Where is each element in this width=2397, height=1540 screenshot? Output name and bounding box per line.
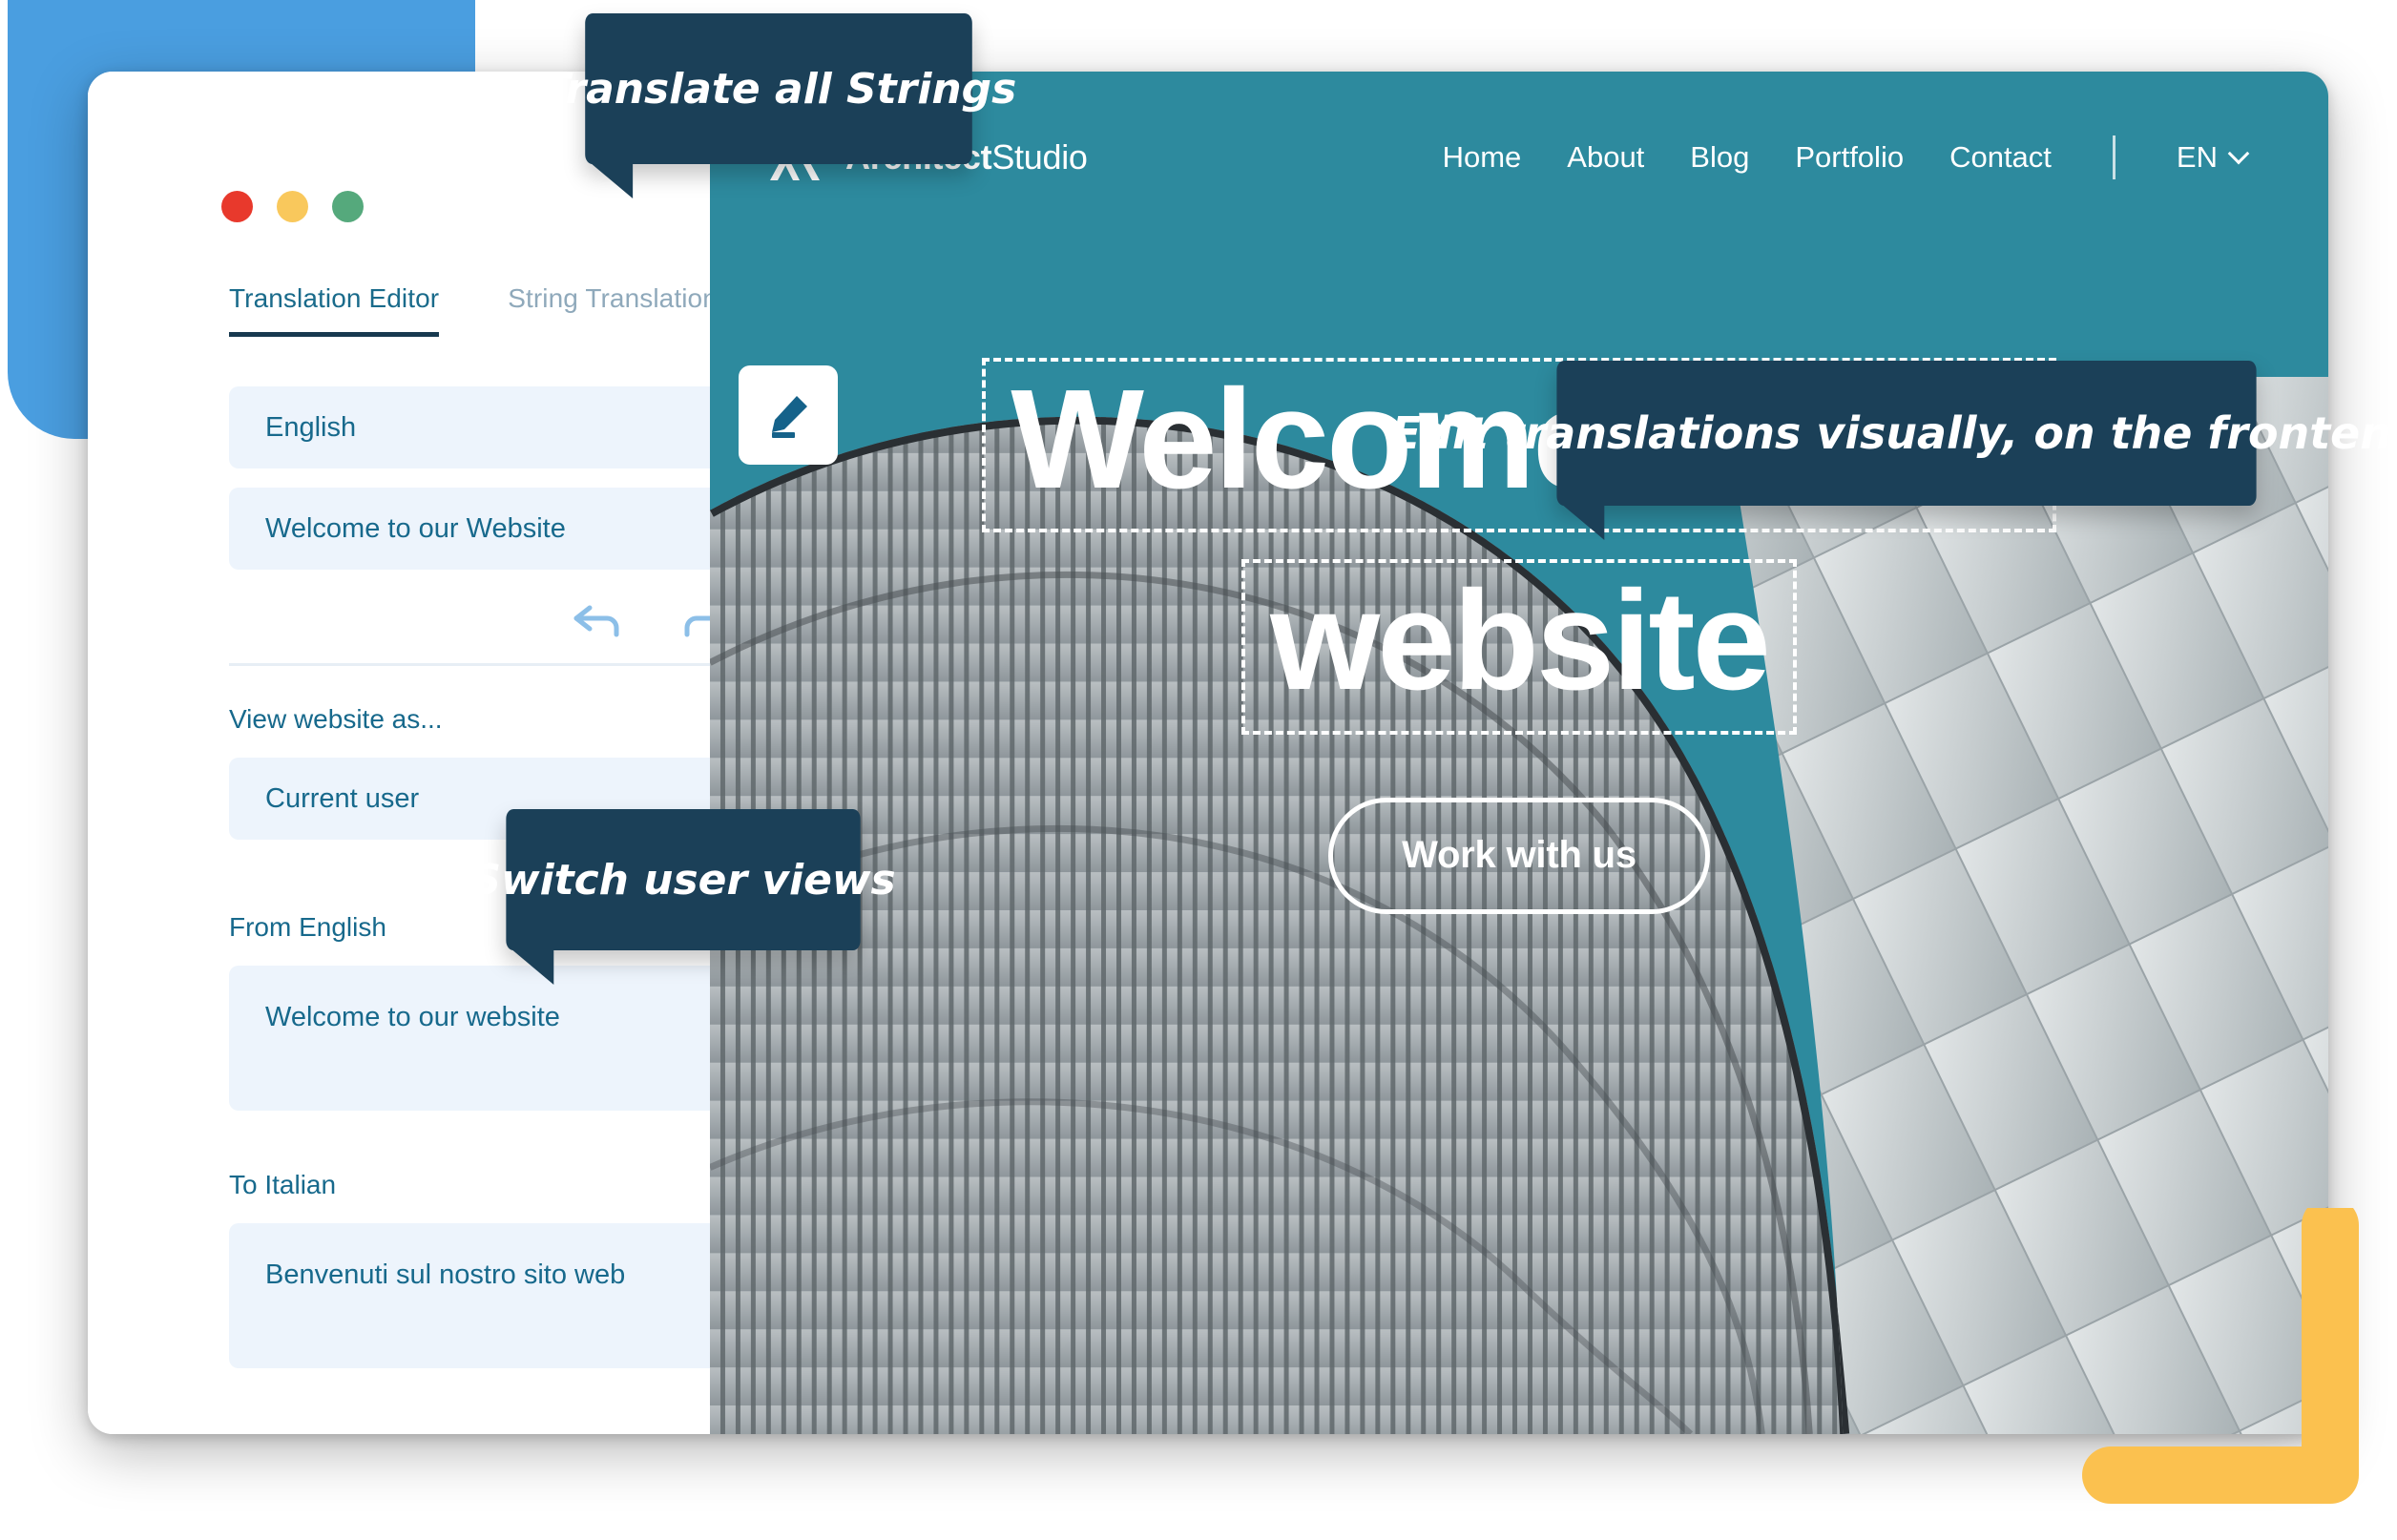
work-with-us-label: Work with us <box>1402 834 1636 877</box>
site-language-switcher[interactable]: EN <box>2176 140 2250 175</box>
language-select-value: English <box>265 411 357 443</box>
work-with-us-button[interactable]: Work with us <box>1328 797 1710 914</box>
site-nav: Home About Blog Portfolio Contact EN <box>1443 135 2250 179</box>
translation-editor-sidebar: Translation Editor String Translation En… <box>88 72 771 1434</box>
screenshot-root: Translation Editor String Translation En… <box>0 0 2397 1540</box>
tab-string-translation[interactable]: String Translation <box>508 283 718 332</box>
string-select[interactable]: Welcome to our Website <box>229 488 771 570</box>
nav-item-portfolio[interactable]: Portfolio <box>1795 140 1904 175</box>
maximize-window-button[interactable] <box>332 191 364 222</box>
inline-edit-button[interactable] <box>739 365 838 465</box>
view-as-label: View website as... <box>229 704 771 735</box>
callout-edit-translations: Edit translations visually, on the front… <box>1390 361 2397 540</box>
callout-translate-all-strings: Translate all Strings <box>541 13 1016 198</box>
browser-window: Translation Editor String Translation En… <box>88 72 2328 1434</box>
target-label: To Italian <box>229 1170 771 1200</box>
sidebar-divider <box>229 663 771 666</box>
site-language-label: EN <box>2176 140 2218 174</box>
callout-switch-user-views: Switch user views <box>470 809 896 985</box>
hero-line-2: website <box>710 559 2328 735</box>
chevron-down-icon <box>2227 142 2250 165</box>
nav-item-home[interactable]: Home <box>1443 140 1522 175</box>
language-select[interactable]: English <box>229 386 771 468</box>
callout-translate-text: Translate all Strings <box>541 64 1016 114</box>
window-traffic-lights <box>221 191 364 222</box>
history-controls <box>229 602 771 638</box>
decorative-yellow-corner <box>2082 1208 2359 1504</box>
source-label-text: From English <box>229 912 386 942</box>
sidebar-scrollbar[interactable] <box>446 1329 617 1350</box>
target-label-text: To Italian <box>229 1170 337 1199</box>
tab-translation-editor[interactable]: Translation Editor <box>229 283 440 337</box>
pencil-edit-icon <box>772 396 807 438</box>
sidebar-tabs: Translation Editor String Translation <box>229 283 718 337</box>
source-text-input[interactable]: Welcome to our website <box>229 966 771 1111</box>
brand-name-light: Studio <box>991 137 1088 177</box>
string-select-value: Welcome to our Website <box>265 512 566 544</box>
callout-switch-text: Switch user views <box>470 855 896 905</box>
nav-item-about[interactable]: About <box>1567 140 1644 175</box>
minimize-window-button[interactable] <box>277 191 308 222</box>
nav-item-contact[interactable]: Contact <box>1949 140 2052 175</box>
nav-divider <box>2112 135 2116 179</box>
nav-item-blog[interactable]: Blog <box>1690 140 1749 175</box>
view-as-select-value: Current user <box>265 782 420 814</box>
hero-heading-line2-editable[interactable]: website <box>1241 559 1797 735</box>
close-window-button[interactable] <box>221 191 253 222</box>
view-as-label-text: View website as... <box>229 704 443 734</box>
undo-arrow-icon[interactable] <box>571 602 624 638</box>
callout-edit-text: Edit translations visually, on the front… <box>1390 407 2397 459</box>
hero-heading-line2: website <box>1270 562 1771 720</box>
